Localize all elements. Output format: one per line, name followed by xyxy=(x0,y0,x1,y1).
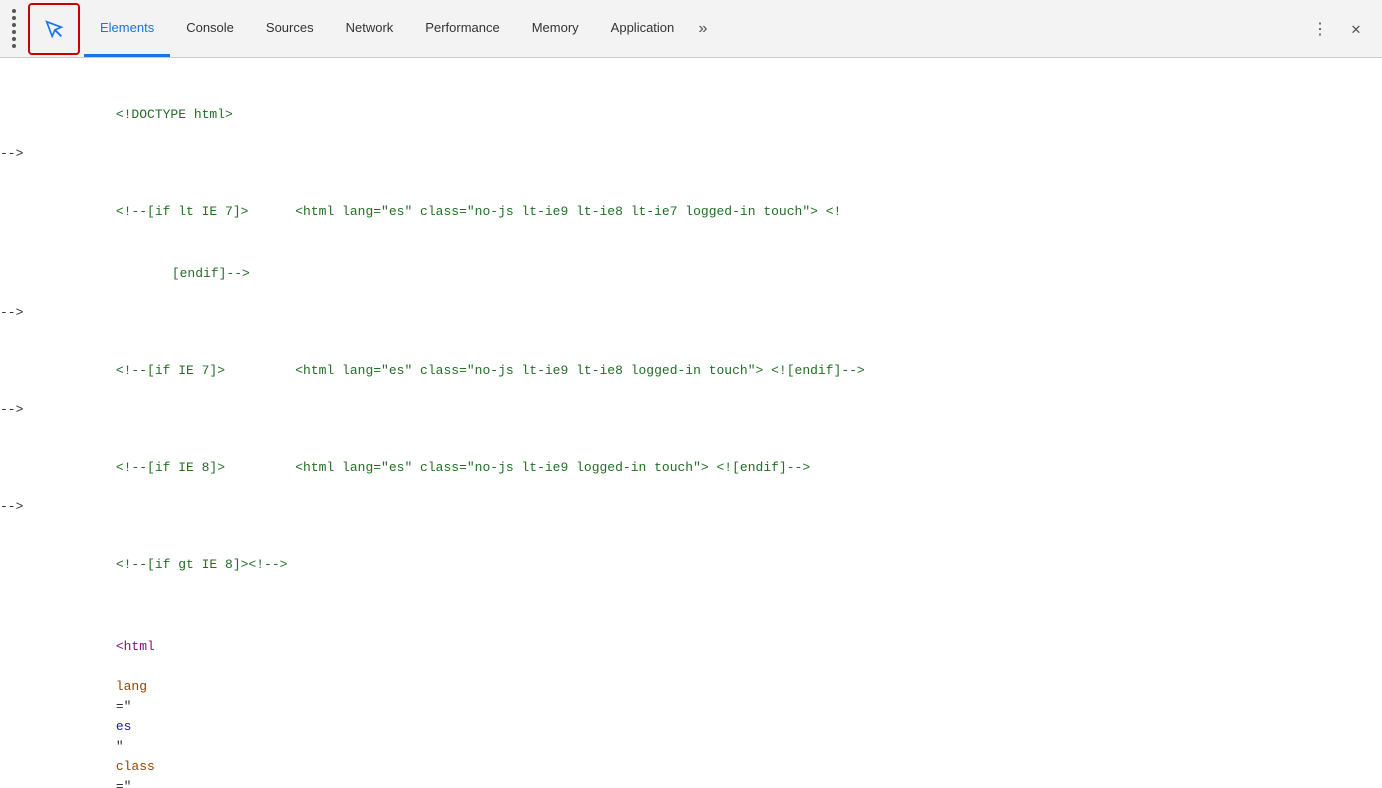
tab-sources[interactable]: Sources xyxy=(250,0,330,57)
tab-network[interactable]: Network xyxy=(330,0,410,57)
code-line: <html lang =" es " class =" js logged-in… xyxy=(0,596,1382,788)
code-line: <!DOCTYPE html> xyxy=(0,64,1382,146)
tab-performance[interactable]: Performance xyxy=(409,0,515,57)
elements-panel: <!DOCTYPE html> --> <!--[if lt IE 7]> <h… xyxy=(0,58,1382,788)
drag-handle[interactable] xyxy=(4,9,24,48)
tab-application[interactable]: Application xyxy=(595,0,691,57)
close-button[interactable]: ✕ xyxy=(1342,15,1370,43)
code-line: <!--[if IE 7]> <html lang="es" class="no… xyxy=(0,320,1382,402)
inspect-element-button[interactable] xyxy=(28,3,80,55)
code-line: [endif]--> xyxy=(0,243,1382,305)
devtools-toolbar: Elements Console Sources Network Perform… xyxy=(0,0,1382,58)
tab-elements[interactable]: Elements xyxy=(84,0,170,57)
code-line: <!--[if gt IE 8]><!--> xyxy=(0,514,1382,596)
more-tabs-button[interactable]: » xyxy=(690,0,716,57)
code-line: <!--[if lt IE 7]> <html lang="es" class=… xyxy=(0,161,1382,243)
code-line: <!--[if IE 8]> <html lang="es" class="no… xyxy=(0,417,1382,499)
toolbar-right: ⋮ ✕ xyxy=(1298,15,1378,43)
tab-memory[interactable]: Memory xyxy=(516,0,595,57)
tab-list: Elements Console Sources Network Perform… xyxy=(84,0,1298,57)
inspect-icon xyxy=(43,18,65,40)
settings-button[interactable]: ⋮ xyxy=(1306,15,1334,43)
tab-console[interactable]: Console xyxy=(170,0,250,57)
